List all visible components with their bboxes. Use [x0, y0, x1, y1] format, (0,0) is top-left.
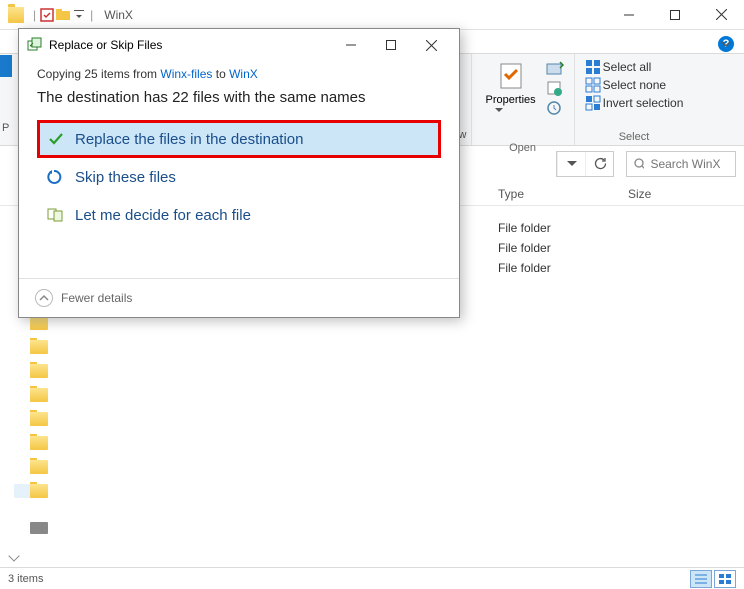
tree-folder-icon[interactable] [30, 484, 48, 498]
p-fragment: P [2, 122, 9, 134]
qat-dropdown-icon[interactable] [71, 7, 87, 23]
skip-option-label: Skip these files [75, 169, 176, 186]
table-row[interactable]: File folder [490, 218, 724, 238]
status-item-count: 3 items [8, 573, 43, 585]
tree-folder-icon[interactable] [30, 460, 48, 474]
compare-icon [47, 206, 65, 224]
select-all-label: Select all [603, 60, 652, 74]
tree-folder-icon[interactable] [30, 316, 48, 330]
window-titlebar: | | WinX [0, 0, 744, 30]
replace-option-label: Replace the files in the destination [75, 131, 303, 148]
tree-folder-icon[interactable] [30, 388, 48, 402]
refresh-button[interactable] [585, 152, 613, 176]
select-none-button[interactable]: Select none [585, 76, 684, 94]
table-row[interactable]: File folder [490, 238, 724, 258]
close-button[interactable] [698, 0, 744, 30]
status-bar: 3 items [0, 567, 744, 589]
details-view-button[interactable] [690, 570, 712, 588]
separator: | [33, 8, 36, 22]
maximize-button[interactable] [652, 0, 698, 30]
minimize-button[interactable] [606, 0, 652, 30]
history-icon[interactable] [546, 100, 564, 116]
dialog-heading: The destination has 22 files with the sa… [37, 89, 441, 106]
tree-expand-icon[interactable] [10, 552, 18, 560]
copying-dest-link[interactable]: WinX [229, 67, 258, 81]
copying-status: Copying 25 items from Winx-files to WinX [37, 67, 441, 81]
tree-folder-icon[interactable] [30, 412, 48, 426]
address-dropdown-button[interactable] [557, 152, 585, 176]
nav-tree [30, 316, 54, 534]
replace-option[interactable]: Replace the files in the destination [37, 120, 441, 158]
skip-option[interactable]: Skip these files [37, 158, 441, 196]
ribbon-group-select: Select all Select none Invert selection … [574, 54, 694, 145]
dialog-titlebar: Replace or Skip Files [19, 29, 459, 61]
window-controls [606, 0, 744, 30]
folder-small-icon[interactable] [55, 7, 71, 23]
column-type[interactable]: Type [490, 187, 620, 201]
tree-folder-icon[interactable] [30, 436, 48, 450]
decide-option[interactable]: Let me decide for each file [37, 196, 441, 234]
select-all-button[interactable]: Select all [585, 58, 684, 76]
properties-button[interactable]: Properties [482, 58, 540, 142]
ribbon-expand-icon[interactable] [716, 34, 736, 54]
group-open-label: Open [509, 142, 536, 154]
folder-icon [8, 7, 24, 23]
search-input[interactable] [650, 157, 729, 171]
qat-properties-icon[interactable] [39, 7, 55, 23]
window-title: WinX [104, 8, 133, 22]
tree-drive-icon[interactable] [30, 522, 48, 534]
dialog-title: Replace or Skip Files [49, 38, 162, 52]
open-extra-buttons [546, 58, 564, 116]
check-icon [47, 130, 65, 148]
dialog-maximize-button[interactable] [371, 31, 411, 59]
ribbon-group-open: Properties Open [471, 54, 574, 145]
fewer-details-link[interactable]: Fewer details [61, 291, 132, 305]
copy-dialog-icon [27, 37, 43, 53]
dialog-footer: Fewer details [19, 278, 459, 317]
column-size[interactable]: Size [620, 187, 720, 201]
edit-icon[interactable] [546, 80, 564, 96]
table-row[interactable]: File folder [490, 258, 724, 278]
invert-selection-label: Invert selection [603, 96, 684, 110]
properties-label: Properties [486, 94, 536, 106]
copying-source-link[interactable]: Winx-files [160, 67, 212, 81]
open-icon[interactable] [546, 60, 564, 76]
separator: | [90, 8, 93, 22]
group-select-label: Select [619, 131, 650, 143]
decide-option-label: Let me decide for each file [75, 207, 251, 224]
file-list: File folder File folder File folder [490, 218, 724, 278]
invert-selection-button[interactable]: Invert selection [585, 94, 684, 112]
search-icon [633, 157, 644, 171]
search-box[interactable] [626, 151, 736, 177]
select-none-label: Select none [603, 78, 666, 92]
thumbnails-view-button[interactable] [714, 570, 736, 588]
file-tab-edge[interactable] [0, 55, 12, 77]
replace-skip-dialog: Replace or Skip Files Copying 25 items f… [18, 28, 460, 318]
tree-folder-icon[interactable] [30, 340, 48, 354]
chevron-up-icon[interactable] [35, 289, 53, 307]
skip-icon [47, 168, 65, 186]
dialog-minimize-button[interactable] [331, 31, 371, 59]
tree-folder-icon[interactable] [30, 364, 48, 378]
address-bar-end [556, 151, 614, 177]
dialog-close-button[interactable] [411, 31, 451, 59]
